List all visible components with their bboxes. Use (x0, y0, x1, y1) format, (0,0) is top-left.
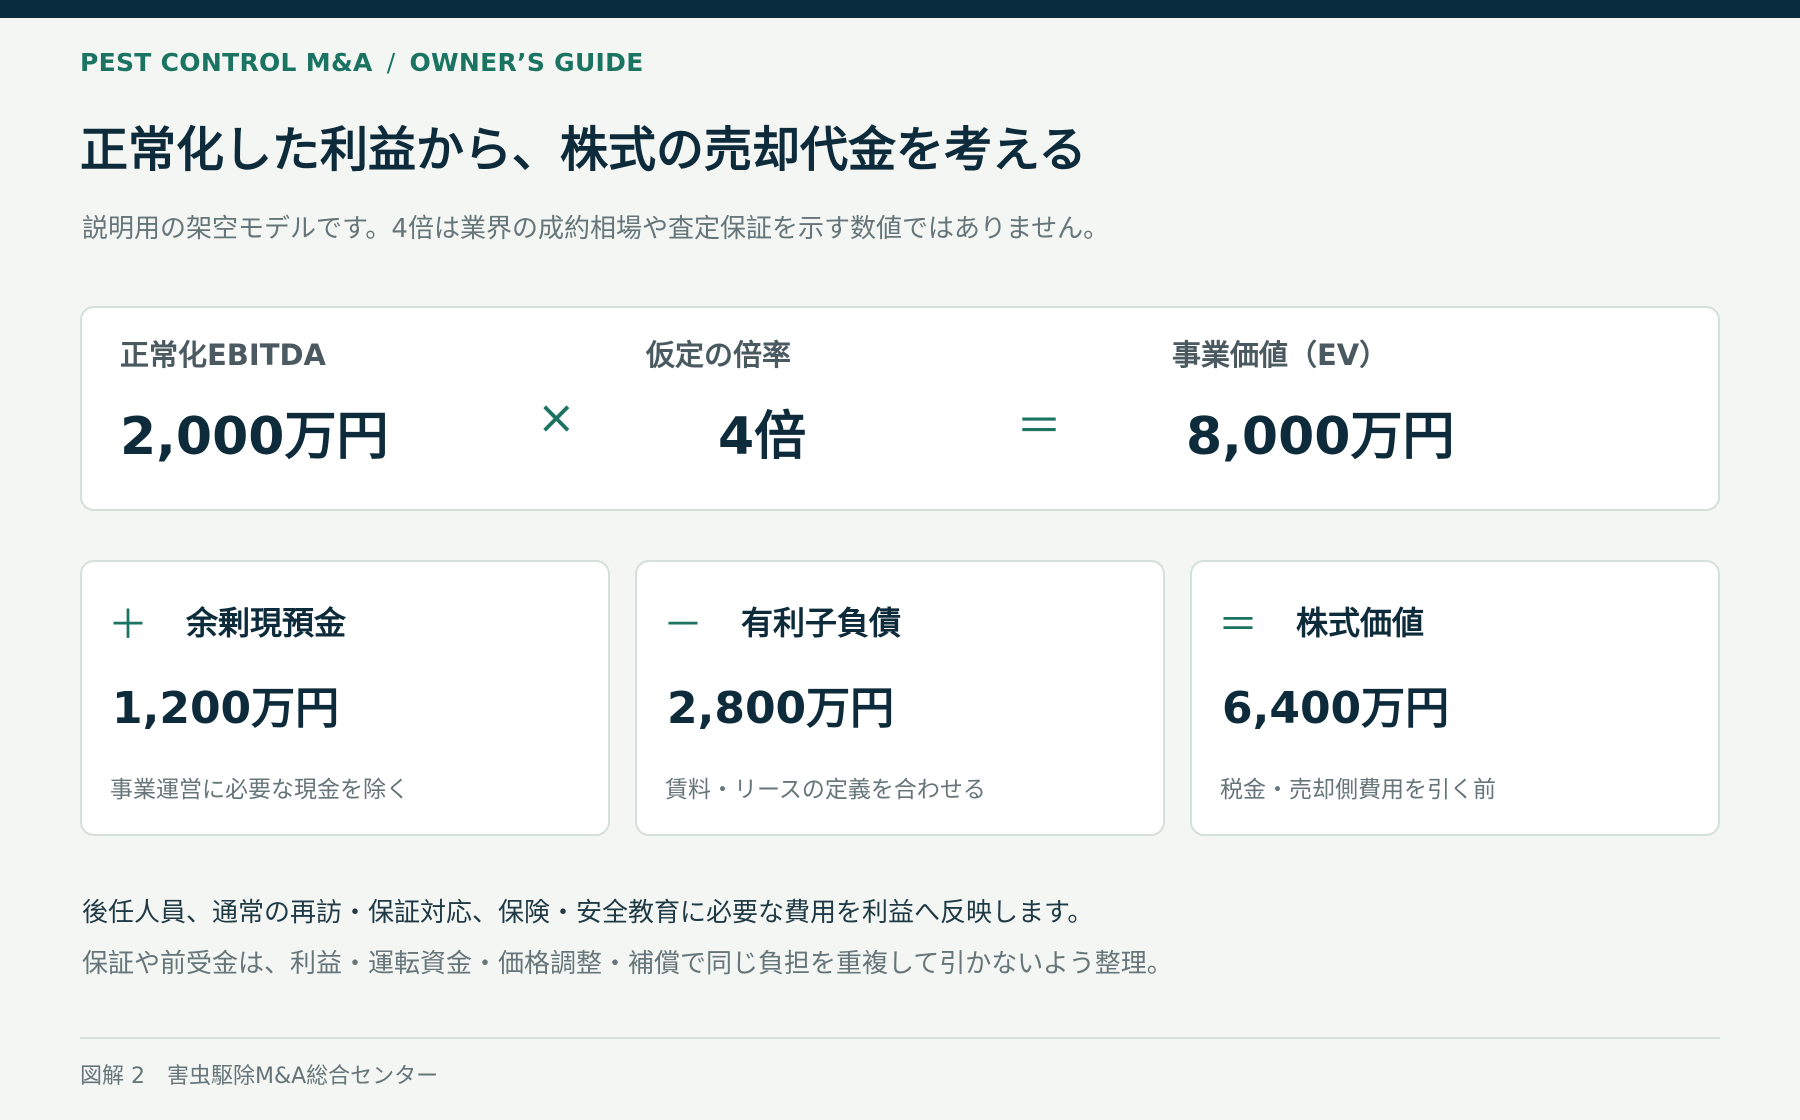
equity-value-note: 税金・売却側費用を引く前 (1220, 777, 1496, 803)
valuation-formula-card: 正常化EBITDA 2,000万円 × 仮定の倍率 4倍 ＝ 事業価値（EV） … (80, 306, 1720, 511)
ebitda-value: 2,000万円 (120, 407, 389, 467)
page-subtitle: 説明用の架空モデルです。4倍は業界の成約相場や査定保証を示す数値ではありません。 (82, 214, 1110, 244)
multiple-label: 仮定の倍率 (646, 338, 792, 372)
ev-value: 8,000万円 (1186, 407, 1455, 467)
source-label: 害虫駆除M&A総合センター (167, 1064, 439, 1089)
surplus-cash-title: 余剰現預金 (186, 604, 347, 642)
interest-bearing-debt-card: － 有利子負債 2,800万円 賃料・リースの定義を合わせる (635, 560, 1165, 836)
surplus-cash-value: 1,200万円 (112, 683, 340, 734)
interest-bearing-debt-note: 賃料・リースの定義を合わせる (665, 777, 986, 803)
interest-bearing-debt-value: 2,800万円 (667, 683, 895, 734)
figure-label: 図解 2 (80, 1064, 145, 1089)
surplus-cash-card: ＋ 余剰現預金 1,200万円 事業運営に必要な現金を除く (80, 560, 610, 836)
breadcrumb-item-guide: OWNER’S GUIDE (409, 48, 644, 77)
plus-icon: ＋ (108, 602, 148, 648)
top-bar (0, 0, 1800, 18)
multiply-icon: × (537, 390, 576, 444)
equity-value-card: ＝ 株式価値 6,400万円 税金・売却側費用を引く前 (1190, 560, 1720, 836)
surplus-cash-note: 事業運営に必要な現金を除く (110, 777, 409, 803)
equals-icon: ＝ (1016, 399, 1062, 453)
page-title: 正常化した利益から、株式の売却代金を考える (80, 122, 1087, 178)
multiple-value: 4倍 (718, 407, 807, 467)
normalization-note: 後任人員、通常の再訪・保証対応、保険・安全教育に必要な費用を利益へ反映します。 (82, 898, 1094, 928)
ebitda-label: 正常化EBITDA (120, 338, 327, 372)
footer: 図解 2 害虫駆除M&A総合センター (80, 1058, 438, 1090)
equals-icon: ＝ (1218, 602, 1258, 648)
minus-icon: － (663, 602, 703, 648)
breadcrumb-item-section: PEST CONTROL M&A (80, 48, 373, 77)
footer-divider (80, 1037, 1720, 1039)
ev-label: 事業価値（EV） (1172, 338, 1389, 372)
equity-value-value: 6,400万円 (1222, 683, 1450, 734)
breadcrumb: PEST CONTROL M&A / OWNER’S GUIDE (80, 48, 644, 77)
breadcrumb-separator: / (386, 48, 396, 77)
guarantee-note: 保証や前受金は、利益・運転資金・価格調整・補償で同じ負担を重複して引かないよう整… (82, 949, 1173, 979)
equity-value-title: 株式価値 (1296, 604, 1425, 642)
interest-bearing-debt-title: 有利子負債 (741, 604, 902, 642)
